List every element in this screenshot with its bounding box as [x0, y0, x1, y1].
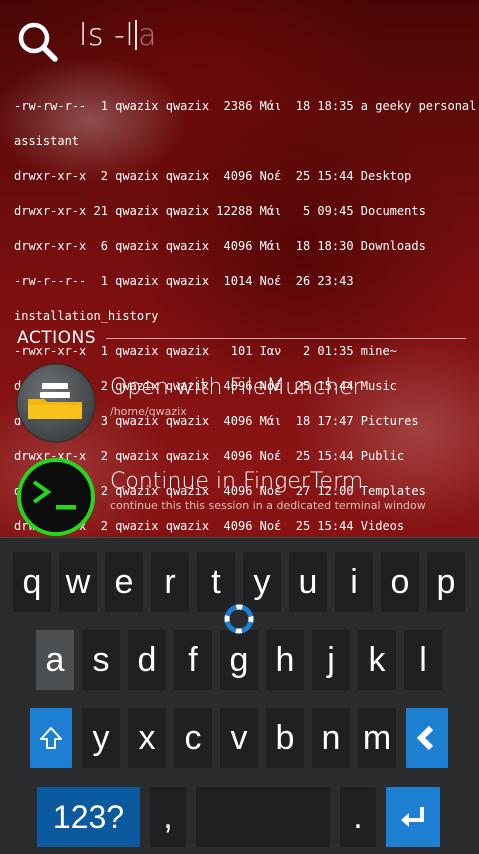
search-bar[interactable]: ls -l a: [0, 0, 479, 80]
shift-key[interactable]: [30, 708, 72, 768]
backspace-key[interactable]: [406, 708, 448, 768]
key-n[interactable]: n: [312, 708, 350, 768]
action-subtitle: /home/qwazix: [110, 405, 187, 418]
key-t[interactable]: t: [197, 552, 235, 612]
key-r[interactable]: r: [151, 552, 189, 612]
key-u[interactable]: u: [289, 552, 327, 612]
folder-icon: [16, 363, 96, 443]
key-f[interactable]: f: [174, 630, 212, 690]
backspace-icon: [416, 725, 434, 751]
terminal-line: installation_history: [14, 308, 159, 323]
text-cursor: [135, 20, 138, 50]
key-d[interactable]: d: [128, 630, 166, 690]
keyboard-top-border: [0, 537, 479, 538]
action-title: Open with FileMuncher: [110, 375, 362, 400]
key-m[interactable]: m: [358, 708, 396, 768]
key-y[interactable]: y: [243, 552, 281, 612]
key-q[interactable]: q: [13, 552, 51, 612]
enter-icon: [401, 807, 424, 827]
terminal-line: drwxr-xr-x 6 qwazix qwazix 4096 Μάι 18 1…: [14, 238, 426, 253]
search-typed-text: ls -l: [79, 18, 135, 53]
cursor-handle-icon[interactable]: [224, 604, 254, 634]
period-key[interactable]: .: [340, 787, 376, 847]
key-g[interactable]: g: [220, 630, 258, 690]
key-i[interactable]: i: [335, 552, 373, 612]
key-p[interactable]: p: [427, 552, 465, 612]
action-subtitle: continue this this session in a dedicate…: [110, 499, 426, 512]
actions-divider: [106, 338, 466, 339]
symbols-key[interactable]: 123?: [37, 787, 140, 847]
space-key[interactable]: [196, 787, 330, 847]
terminal-line: drwxr-xr-x 2 qwazix qwazix 4096 Νοέ 25 1…: [14, 168, 412, 183]
action-continue-in-fingerterm[interactable]: Continue in FingerTerm continue this thi…: [16, 457, 466, 537]
key-h[interactable]: h: [266, 630, 304, 690]
terminal-line: drwxr-xr-x 21 qwazix qwazix 12288 Μάι 5 …: [14, 203, 426, 218]
action-title: Continue in FingerTerm: [110, 469, 364, 494]
enter-key[interactable]: [386, 787, 440, 847]
key-c[interactable]: c: [174, 708, 212, 768]
key-k[interactable]: k: [358, 630, 396, 690]
key-o[interactable]: o: [381, 552, 419, 612]
key-a[interactable]: a: [36, 630, 74, 690]
shift-icon: [40, 727, 62, 749]
terminal-line: -rw-rw-r-- 1 qwazix qwazix 2386 Μάι 18 1…: [14, 98, 477, 113]
actions-header: ACTIONS: [17, 328, 96, 348]
search-input[interactable]: ls -l a: [79, 18, 157, 53]
key-y-row3[interactable]: y: [82, 708, 120, 768]
key-e[interactable]: e: [105, 552, 143, 612]
search-suggestion: a: [138, 18, 158, 53]
key-j[interactable]: j: [312, 630, 350, 690]
key-v[interactable]: v: [220, 708, 258, 768]
key-l[interactable]: l: [404, 630, 442, 690]
terminal-line: assistant: [14, 133, 80, 148]
key-s[interactable]: s: [82, 630, 120, 690]
key-b[interactable]: b: [266, 708, 304, 768]
key-x[interactable]: x: [128, 708, 166, 768]
key-w[interactable]: w: [59, 552, 97, 612]
terminal-line: -rw-r--r-- 1 qwazix qwazix 1014 Νοέ 26 2…: [14, 273, 354, 288]
terminal-icon: [17, 458, 95, 536]
action-open-with-filemuncher[interactable]: Open with FileMuncher /home/qwazix: [16, 363, 466, 443]
comma-key[interactable]: ,: [150, 787, 186, 847]
search-icon: [18, 22, 58, 62]
